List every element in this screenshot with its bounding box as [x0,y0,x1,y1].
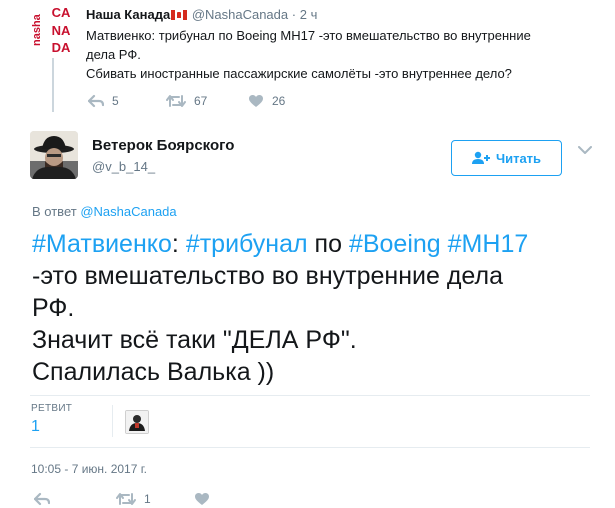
like-count: 26 [272,94,286,108]
reply-button[interactable]: 5 [88,94,119,108]
hashtag-link[interactable]: #Boeing [349,230,441,258]
chevron-down-icon [578,145,592,154]
retweet-count: 1 [144,492,151,506]
retweet-icon [116,493,136,505]
retweeter-photo [126,411,148,433]
parent-timestamp[interactable]: 2 ч [300,7,318,22]
parent-tweet-text: Матвиенко: трибунал по Boeing MH17 -это … [86,26,586,83]
nasha-canada-avatar[interactable]: nasha CA NA DA [30,6,78,54]
tweet-text-line: #Матвиенко: #трибунал по #Boeing #MH17 [32,228,592,260]
like-button[interactable]: 26 [248,94,285,108]
retweets-count-link[interactable]: 1 [31,418,40,436]
follow-button-label: Читать [495,150,542,166]
stats-divider-bottom [30,447,590,448]
stats-divider-top [30,395,590,396]
retweet-icon [166,95,186,107]
text-fragment: : [171,230,186,258]
tweet-timestamp[interactable]: 10:05 - 7 июн. 2017 г. [31,462,147,476]
tweet-text-line: РФ. [32,294,75,322]
add-user-icon [471,151,490,164]
retweet-button[interactable]: 1 [116,492,151,506]
text-fragment [441,230,448,258]
heart-icon [195,493,209,505]
tweet-text-line: Значит всё таки "ДЕЛА РФ". [32,326,357,354]
like-button[interactable] [194,492,210,506]
more-options-button[interactable] [576,141,594,159]
parent-tweet-header: Наша Канада @NashaCanada · 2 ч [86,7,317,22]
reply-icon [88,94,104,108]
hashtag-link[interactable]: #MH17 [448,230,529,258]
reply-button[interactable] [34,492,50,506]
reply-count: 5 [112,94,119,108]
reply-icon [34,492,50,506]
retweets-label: РЕТВИТ [31,403,73,414]
reply-prefix: В ответ [32,204,77,219]
thread-connector-line [52,58,54,112]
avatar-photo [30,131,78,179]
hashtag-link[interactable]: #трибунал [186,230,308,258]
stats-separator [112,405,113,437]
canada-flag-icon [171,10,188,20]
retweeter-avatar[interactable] [125,410,149,434]
user-avatar[interactable] [30,131,78,179]
parent-text-line: Сбивать иностранные пассажирские самолёт… [86,66,512,81]
heart-icon [249,95,263,107]
reply-handle-link[interactable]: @NashaCanada [80,204,176,219]
parent-text-line: Матвиенко: трибунал по Boeing MH17 -это … [86,28,531,43]
tweet-text-line: -это вмешательство во внутренние дела [32,262,503,290]
hashtag-link[interactable]: #Матвиенко [32,230,172,258]
header-separator: · [291,7,297,22]
avatar-logo-line: NA [51,22,71,38]
avatar-logo-line: DA [51,40,71,54]
retweet-button[interactable]: 67 [166,94,207,108]
parent-display-name[interactable]: Наша Канада [86,7,170,22]
reply-context: В ответ @NashaCanada [32,204,177,219]
avatar-logo-side-text: nasha [31,14,43,46]
user-display-name[interactable]: Ветерок Боярского [92,137,234,154]
parent-text-line: дела РФ. [86,47,141,62]
avatar-logo-letters: CA NA DA [44,6,78,54]
follow-button[interactable]: Читать [451,140,562,176]
user-handle[interactable]: @v_b_14_ [92,159,155,174]
avatar-logo-line: CA [51,6,71,20]
text-fragment: по [307,230,349,258]
retweet-count: 67 [194,94,208,108]
tweet-text: #Матвиенко: #трибунал по #Boeing #MH17 -… [32,228,592,388]
tweet-text-line: Спалилась Валька )) [32,358,275,386]
parent-tweet: nasha CA NA DA Наша Канада @NashaCanada … [0,0,615,118]
parent-handle[interactable]: @NashaCanada [192,7,288,22]
